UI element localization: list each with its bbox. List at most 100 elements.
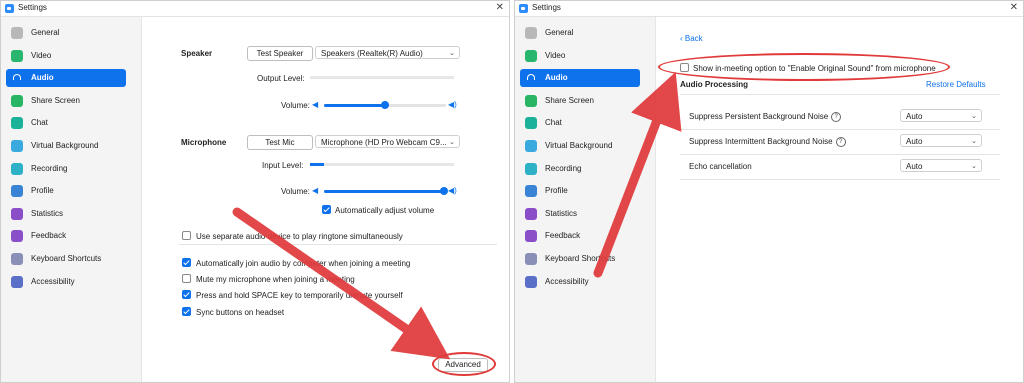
sidebar-item-label: General: [31, 28, 60, 37]
speaker-volume-handle[interactable]: [381, 101, 389, 109]
test-mic-button[interactable]: Test Mic: [247, 135, 313, 150]
option-checkbox[interactable]: [182, 231, 191, 240]
sidebar-item-label: Profile: [31, 186, 54, 196]
accessibility-icon: [525, 275, 537, 288]
microphone-volume-handle[interactable]: [439, 187, 448, 195]
headphones-icon: [11, 72, 23, 84]
sidebar-item-audio[interactable]: Audio: [6, 69, 126, 88]
chevron-down-icon: ⌄: [971, 113, 977, 120]
profile-icon: [525, 185, 537, 198]
chevron-down-icon: ⌄: [449, 139, 455, 146]
option-label: Mute my microphone when joining a meetin…: [196, 275, 355, 284]
sidebar-item-virtual-background[interactable]: Virtual Background: [6, 137, 126, 155]
sidebar-item-statistics[interactable]: Statistics: [6, 205, 126, 223]
headphones-icon: [525, 72, 537, 84]
sidebar-item-virtual-background[interactable]: Virtual Background: [520, 137, 640, 155]
divider: [680, 94, 1000, 95]
speaker-volume-slider[interactable]: [324, 101, 446, 109]
test-speaker-button[interactable]: Test Speaker: [247, 46, 313, 61]
volume-low-icon: ◀: [312, 100, 319, 109]
sidebar-item-feedback[interactable]: Feedback: [6, 227, 126, 245]
volume-high-icon: ◀): [448, 186, 457, 195]
option-checkbox[interactable]: [182, 290, 191, 299]
microphone-volume-fill: [324, 190, 444, 193]
restore-defaults-link[interactable]: Restore Defaults: [926, 80, 986, 89]
audio-settings-panel: Speaker Test Speaker Speakers (Realtek(R…: [142, 17, 509, 382]
window-title: Settings: [532, 3, 561, 12]
sidebar-item-keyboard-shortcuts[interactable]: Keyboard Shortcuts: [6, 250, 126, 268]
speaker-device-value: Speakers (Realtek(R) Audio): [321, 49, 423, 58]
input-level-meter: [310, 163, 454, 166]
processing-row-label: Suppress Persistent Background Noise?: [689, 112, 842, 122]
sidebar-item-video[interactable]: Video: [520, 47, 640, 65]
divider: [680, 129, 1000, 130]
sidebar-item-accessibility[interactable]: Accessibility: [520, 273, 640, 291]
annotation-circle: [432, 352, 496, 376]
sidebar-item-label: Accessibility: [545, 276, 589, 286]
sidebar-item-label: Statistics: [545, 208, 578, 218]
sidebar-item-general[interactable]: General: [520, 24, 640, 42]
virtual-background-icon: [11, 140, 23, 152]
speaker-device-select[interactable]: Speakers (Realtek(R) Audio) ⌄: [315, 46, 460, 59]
option-checkbox[interactable]: [182, 258, 191, 267]
processing-mode-select[interactable]: Auto ⌄: [900, 159, 982, 172]
statistics-icon: [525, 207, 537, 220]
sidebar-item-statistics[interactable]: Statistics: [520, 205, 640, 223]
processing-mode-select[interactable]: Auto ⌄: [900, 134, 982, 147]
divider: [680, 154, 1000, 155]
sidebar-item-recording[interactable]: Recording: [6, 160, 126, 178]
speaker-volume-label: Volume:: [281, 101, 310, 110]
sidebar-item-chat[interactable]: Chat: [520, 114, 640, 132]
sidebar-item-label: Feedback: [545, 231, 581, 241]
option-checkbox[interactable]: [182, 307, 191, 316]
chevron-down-icon: ⌄: [449, 50, 455, 57]
share-screen-icon: [11, 94, 23, 107]
window-title: Settings: [18, 3, 47, 12]
sidebar-item-label: Share Screen: [31, 95, 80, 105]
sidebar-item-audio[interactable]: Audio: [520, 69, 640, 88]
sidebar-item-label: Keyboard Shortcuts: [31, 254, 102, 263]
sidebar-item-profile[interactable]: Profile: [520, 182, 640, 200]
microphone-device-value: Microphone (HD Pro Webcam C9...: [321, 138, 447, 147]
video-icon: [11, 49, 23, 62]
sidebar-item-keyboard-shortcuts[interactable]: Keyboard Shortcuts: [520, 250, 640, 268]
back-label: Back: [684, 34, 703, 43]
help-icon[interactable]: ?: [831, 112, 842, 122]
close-icon[interactable]: ✕: [1010, 2, 1018, 13]
sidebar-item-share-screen[interactable]: Share Screen: [6, 92, 126, 110]
help-icon[interactable]: ?: [835, 137, 846, 147]
option-checkbox[interactable]: [182, 274, 191, 283]
sidebar-item-video[interactable]: Video: [6, 47, 126, 65]
processing-mode-select[interactable]: Auto ⌄: [900, 109, 982, 122]
speaker-volume-fill: [324, 104, 385, 107]
keyboard-icon: [525, 253, 537, 265]
recording-icon: [525, 162, 537, 175]
sidebar-item-general[interactable]: General: [6, 24, 126, 42]
processing-mode-value: Auto: [906, 162, 923, 171]
speaker-heading: Speaker: [181, 49, 213, 58]
statistics-icon: [11, 207, 23, 220]
microphone-device-select[interactable]: Microphone (HD Pro Webcam C9... ⌄: [315, 135, 460, 148]
sidebar-item-chat[interactable]: Chat: [6, 114, 126, 132]
sidebar-item-label: Chat: [545, 118, 562, 128]
option-label: Use separate audio device to play ringto…: [196, 232, 403, 241]
microphone-volume-slider[interactable]: [324, 187, 448, 195]
title-bar: Settings ✕: [1, 1, 509, 17]
sidebar-item-label: Recording: [31, 163, 68, 173]
chat-icon: [11, 117, 23, 130]
processing-row-label: Suppress Intermittent Background Noise?: [689, 137, 846, 147]
sidebar-item-label: Keyboard Shortcuts: [545, 254, 616, 263]
sidebar-item-share-screen[interactable]: Share Screen: [520, 92, 640, 110]
sidebar-item-label: Audio: [545, 73, 568, 83]
close-icon[interactable]: ✕: [496, 2, 504, 13]
sidebar-item-accessibility[interactable]: Accessibility: [6, 273, 126, 291]
sidebar-item-feedback[interactable]: Feedback: [520, 227, 640, 245]
sidebar-item-recording[interactable]: Recording: [520, 160, 640, 178]
auto-adjust-volume-label: Automatically adjust volume: [335, 206, 435, 215]
back-link[interactable]: ‹ Back: [680, 34, 703, 43]
auto-adjust-volume-checkbox[interactable]: [322, 205, 331, 214]
chevron-down-icon: ⌄: [971, 163, 977, 170]
keyboard-icon: [11, 253, 23, 265]
sidebar-item-profile[interactable]: Profile: [6, 182, 126, 200]
microphone-heading: Microphone: [181, 138, 227, 147]
